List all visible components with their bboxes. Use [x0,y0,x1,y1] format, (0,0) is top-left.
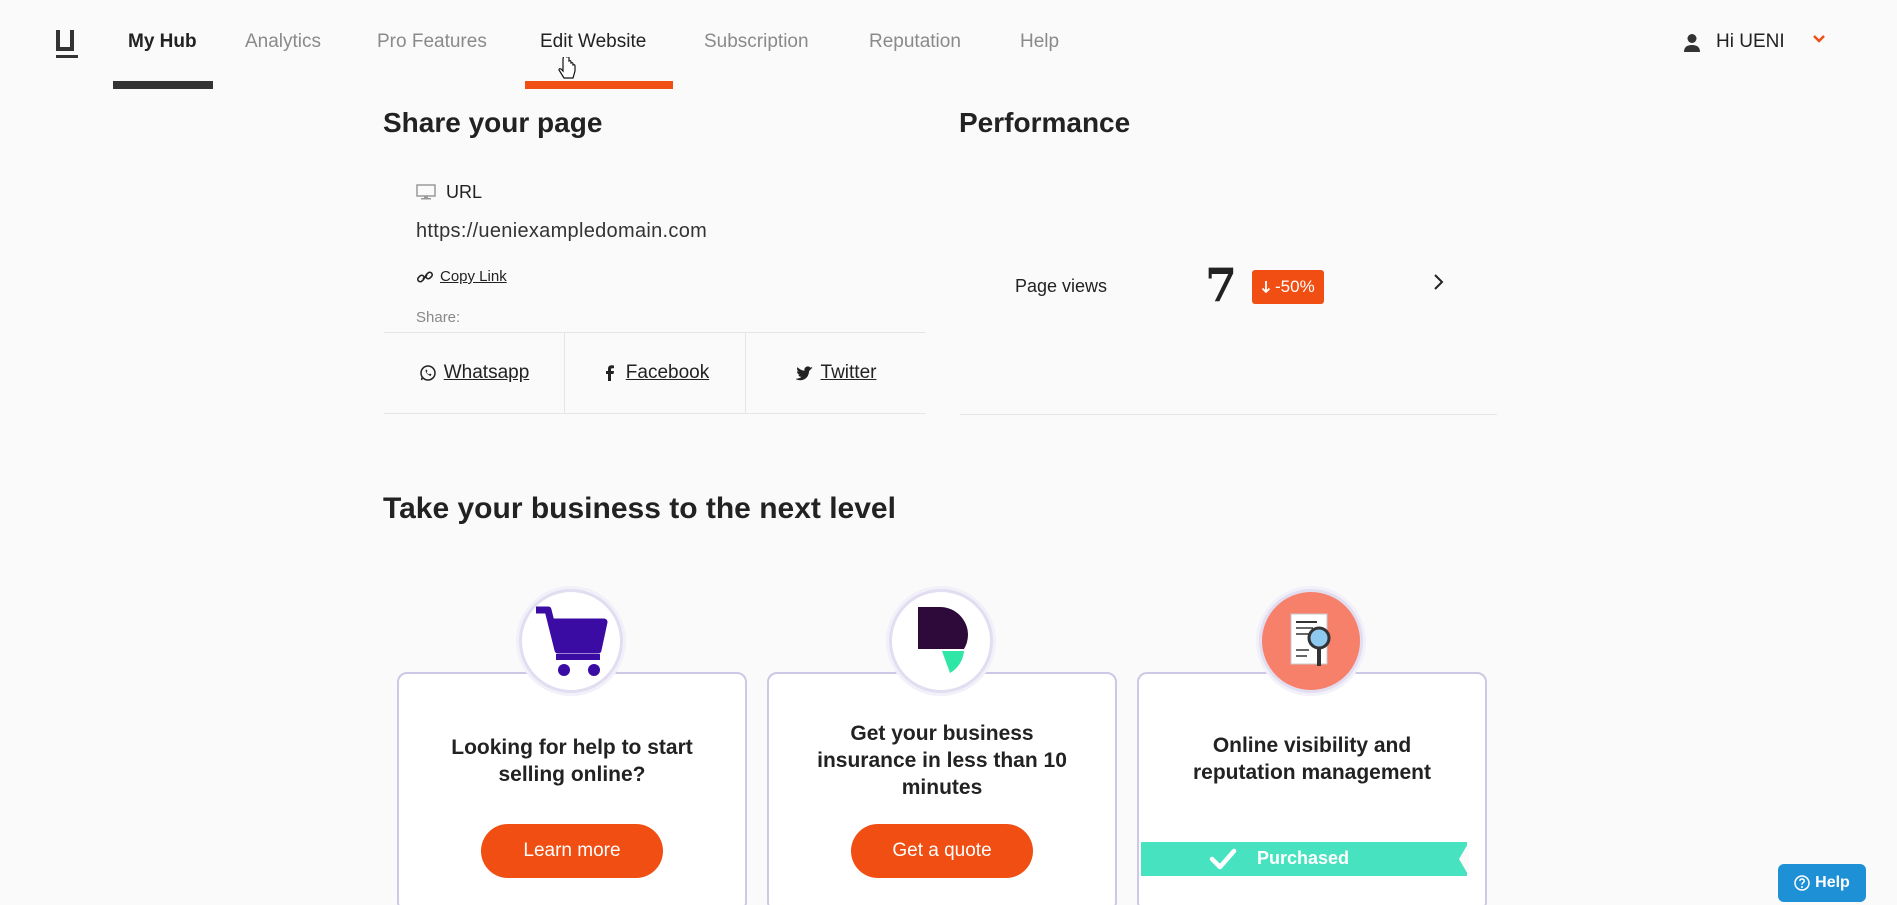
purchased-label: Purchased [1257,848,1350,868]
upsell-card-selling: Looking for help to start selling online… [397,672,747,905]
page-views-metric[interactable]: Page views 7 -50% [960,240,1497,415]
share-whatsapp-label: Whatsapp [443,362,530,383]
help-widget-button[interactable]: Help [1778,864,1866,902]
user-menu-label[interactable]: Hi UENI [1716,31,1785,53]
insurance-badge [886,586,996,696]
shopping-cart-badge [516,586,626,696]
share-buttons: Whatsapp Facebook Twitter [384,332,926,414]
top-navigation: My Hub Analytics Pro Features Edit Websi… [0,0,1897,90]
facebook-icon [605,365,614,381]
nav-analytics[interactable]: Analytics [245,31,321,53]
arrow-down-icon [1261,281,1271,294]
reputation-badge [1256,586,1366,696]
share-label: Share: [416,309,461,326]
change-value: -50% [1275,277,1315,296]
twitter-icon [795,366,813,381]
learn-more-button[interactable]: Learn more [481,824,663,878]
link-icon [416,271,434,283]
ribbon-notch [1459,842,1469,876]
url-label: URL [446,182,483,202]
upsell-card-reputation: Online visibility and reputation managem… [1137,672,1487,905]
share-twitter-label: Twitter [820,362,877,383]
monitor-icon [416,184,436,200]
user-icon [1684,34,1700,52]
nav-my-hub[interactable]: My Hub [128,31,197,53]
whatsapp-icon [419,365,436,381]
performance-section-title: Performance [959,107,1131,138]
shopping-cart-icon [536,606,608,676]
change-badge: -50% [1252,270,1324,304]
active-tab-indicator [113,81,213,89]
ueni-logo[interactable] [56,30,78,58]
nav-reputation[interactable]: Reputation [869,31,961,53]
share-section-title: Share your page [383,107,603,138]
checkmark-icon [1209,848,1237,870]
hand-cursor-icon [558,57,576,79]
card-title: Online visibility and reputation managem… [1192,734,1432,784]
question-circle-icon [1794,875,1810,891]
hover-tab-indicator [525,81,673,89]
copy-link-button[interactable]: Copy Link [440,268,507,285]
nav-help[interactable]: Help [1020,31,1059,53]
get-quote-button[interactable]: Get a quote [851,824,1033,878]
share-whatsapp-button[interactable]: Whatsapp [384,333,565,413]
share-facebook-button[interactable]: Facebook [565,333,746,413]
nav-pro-features[interactable]: Pro Features [377,31,487,53]
help-widget-label: Help [1815,874,1850,891]
share-twitter-button[interactable]: Twitter [746,333,926,413]
card-title: Looking for help to start selling online… [451,736,693,786]
purchased-ribbon: Purchased [1141,842,1469,876]
chevron-right-icon[interactable] [1430,272,1446,292]
card-title: Get your business insurance in less than… [817,722,1067,799]
document-search-icon [1290,613,1331,666]
metric-value: 7 [1205,258,1238,312]
page-url: https://ueniexampledomain.com [416,220,708,242]
upsell-card-insurance: Get your business insurance in less than… [767,672,1117,905]
metric-label: Page views [1015,276,1108,296]
share-facebook-label: Facebook [625,362,710,383]
upsell-section-title: Take your business to the next level [383,492,896,525]
nav-edit-website[interactable]: Edit Website [540,31,646,53]
insurance-logo-icon [918,607,968,673]
chevron-down-icon[interactable] [1812,33,1826,45]
nav-subscription[interactable]: Subscription [704,31,809,53]
